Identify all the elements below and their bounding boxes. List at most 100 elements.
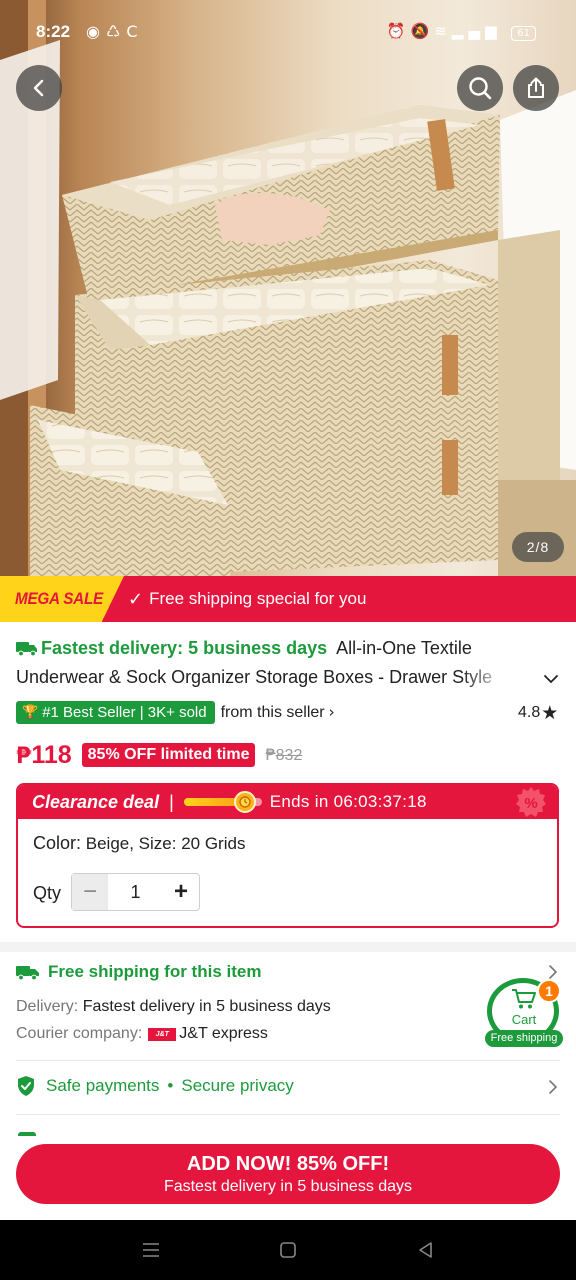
- clearance-separator: |: [169, 791, 174, 812]
- delivery-label: Delivery:: [16, 998, 79, 1015]
- qty-label: Qty: [33, 883, 62, 903]
- wifi-icon: ≋: [434, 22, 452, 40]
- signal-icon: ▂▄▆: [451, 22, 502, 40]
- messenger-icon: ◉: [86, 22, 106, 41]
- product-title-part2: Underwear & Sock Organizer Storage Boxes…: [16, 667, 493, 687]
- alarm-clock-icon: [233, 791, 256, 813]
- add-now-title: ADD NOW! 85% OFF!: [186, 1153, 390, 1175]
- floating-cart-button[interactable]: Cart Free shipping 1: [485, 978, 563, 1048]
- clearance-deal-card: Clearance deal | Ends in 06:03:37:18 % C…: [16, 783, 559, 928]
- quantity-stepper[interactable]: − 1 +: [71, 873, 200, 911]
- free-shipping-row[interactable]: Free shipping for this item: [16, 962, 261, 982]
- system-icons: ⏰🔕≋▂▄▆ 61: [387, 22, 536, 41]
- best-seller-row[interactable]: 🏆 #1 Best Seller | 3K+ sold from this se…: [16, 700, 335, 724]
- delivery-info: Delivery: Fastest delivery in 5 business…: [16, 998, 331, 1016]
- trophy-icon: 🏆: [22, 704, 39, 720]
- home-square-icon: [280, 1242, 296, 1258]
- star-icon: ★: [541, 702, 559, 724]
- qty-increase-button[interactable]: +: [163, 874, 199, 910]
- product-title: Fastest delivery: 5 business days All-in…: [16, 634, 516, 692]
- section-divider: [0, 942, 576, 952]
- divider: [16, 1114, 560, 1115]
- cart-label: Cart: [511, 1012, 537, 1027]
- fastest-delivery-label: Fastest delivery: 5 business days: [41, 638, 328, 658]
- recycle-icon: ♺: [105, 22, 127, 41]
- chevron-right-icon[interactable]: [546, 1077, 560, 1097]
- qty-decrease-button[interactable]: −: [72, 874, 108, 910]
- shipping-truck-icon: [16, 965, 39, 980]
- add-now-button[interactable]: ADD NOW! 85% OFF! Fastest delivery in 5 …: [16, 1144, 560, 1204]
- original-price-value: 832: [275, 747, 303, 764]
- alarm-icon: ⏰: [386, 22, 411, 40]
- clearance-progress-bar: [183, 791, 262, 813]
- discount-badge: 85% OFF limited time: [81, 743, 256, 767]
- best-seller-badge: 🏆 #1 Best Seller | 3K+ sold: [16, 700, 215, 724]
- seller-link-text: from this seller: [220, 703, 325, 721]
- courier-info: Courier company: J&T EXPRESS J&T express: [16, 1025, 268, 1051]
- battery-icon: 61: [511, 26, 536, 41]
- courier-label: Courier company:: [16, 1025, 143, 1042]
- share-button[interactable]: [513, 65, 559, 111]
- share-icon: [528, 77, 544, 98]
- divider: [16, 1060, 560, 1061]
- courier-value: J&T express: [179, 1025, 268, 1042]
- delivery-truck-icon: [16, 642, 37, 657]
- system-nav-bar: [0, 1220, 576, 1280]
- qty-value[interactable]: 1: [108, 874, 163, 910]
- menu-icon: [143, 1243, 159, 1257]
- mega-sale-label: MEGA SALE: [15, 589, 103, 608]
- price-value: 118: [31, 740, 72, 769]
- cart-free-shipping: Free shipping: [485, 1030, 563, 1047]
- back-triangle-icon: [419, 1242, 432, 1258]
- notification-icons: ◉♺C: [86, 22, 143, 41]
- original-price: ₱832: [265, 745, 302, 765]
- back-button[interactable]: [16, 65, 62, 111]
- variant-selection[interactable]: Color: Beige, Size: 20 Grids: [33, 833, 245, 854]
- current-price: ₱118: [16, 741, 72, 770]
- countdown-timer: 06:03:37:18: [333, 792, 427, 811]
- mute-icon: 🔕: [410, 22, 435, 40]
- price-currency: ₱: [16, 743, 32, 769]
- bullet-separator: •: [167, 1076, 174, 1095]
- add-now-subtitle: Fastest delivery in 5 business days: [163, 1178, 413, 1195]
- jt-express-logo: J&T EXPRESS: [148, 1027, 181, 1051]
- status-time: 8:22: [36, 22, 71, 41]
- free-shipping-promo: ✓ Free shipping special for you: [128, 576, 366, 622]
- bottom-action-bar: ADD NOW! 85% OFF! Fastest delivery in 5 …: [0, 1136, 576, 1220]
- seller-link[interactable]: from this seller ›: [221, 703, 335, 722]
- chevron-down-icon: [544, 675, 558, 684]
- shield-check-icon: [18, 1076, 34, 1096]
- safe-payments-row[interactable]: Safe payments • Secure privacy: [16, 1075, 294, 1097]
- clearance-header: Clearance deal | Ends in 06:03:37:18 %: [18, 785, 557, 819]
- free-shipping-title: Free shipping for this item: [48, 962, 262, 981]
- free-shipping-promo-text: Free shipping special for you: [149, 589, 367, 608]
- status-bar: 8:22 ◉♺C ⏰🔕≋▂▄▆ 61: [0, 0, 576, 64]
- variant-label: Color:: [33, 833, 82, 853]
- rating[interactable]: 4.8 ★: [518, 702, 558, 724]
- safe-payments-text: Safe payments: [46, 1076, 160, 1095]
- search-button[interactable]: [457, 65, 503, 111]
- back-nav-button[interactable]: [413, 1238, 437, 1262]
- clearance-title: Clearance deal: [32, 791, 160, 812]
- cart-icon: [512, 989, 536, 1009]
- check-icon: ✓: [128, 588, 144, 610]
- home-button[interactable]: [276, 1238, 300, 1262]
- promo-banner: MEGA SALE ✓ Free shipping special for yo…: [0, 576, 576, 622]
- rating-value: 4.8: [518, 704, 541, 721]
- recent-apps-button[interactable]: [139, 1238, 163, 1262]
- product-image-gallery[interactable]: 8:22 ◉♺C ⏰🔕≋▂▄▆ 61 2/8: [0, 0, 576, 576]
- image-counter: 2/8: [512, 532, 564, 562]
- ends-in-label: Ends in: [269, 792, 329, 811]
- search-icon: [469, 77, 492, 100]
- chevron-left-icon: [33, 79, 44, 97]
- secure-privacy-text: Secure privacy: [181, 1076, 294, 1095]
- percent-icon: %: [511, 785, 551, 819]
- expand-title-button[interactable]: [540, 668, 562, 690]
- svg-text:%: %: [524, 795, 537, 812]
- original-currency: ₱: [265, 745, 276, 764]
- cart-count-badge: 1: [537, 979, 561, 1003]
- price-row: ₱118 85% OFF limited time ₱832: [16, 737, 302, 773]
- chevron-right-icon: ›: [328, 702, 335, 721]
- countdown: Ends in 06:03:37:18: [270, 792, 427, 812]
- variant-value: Beige, Size: 20 Grids: [85, 834, 246, 853]
